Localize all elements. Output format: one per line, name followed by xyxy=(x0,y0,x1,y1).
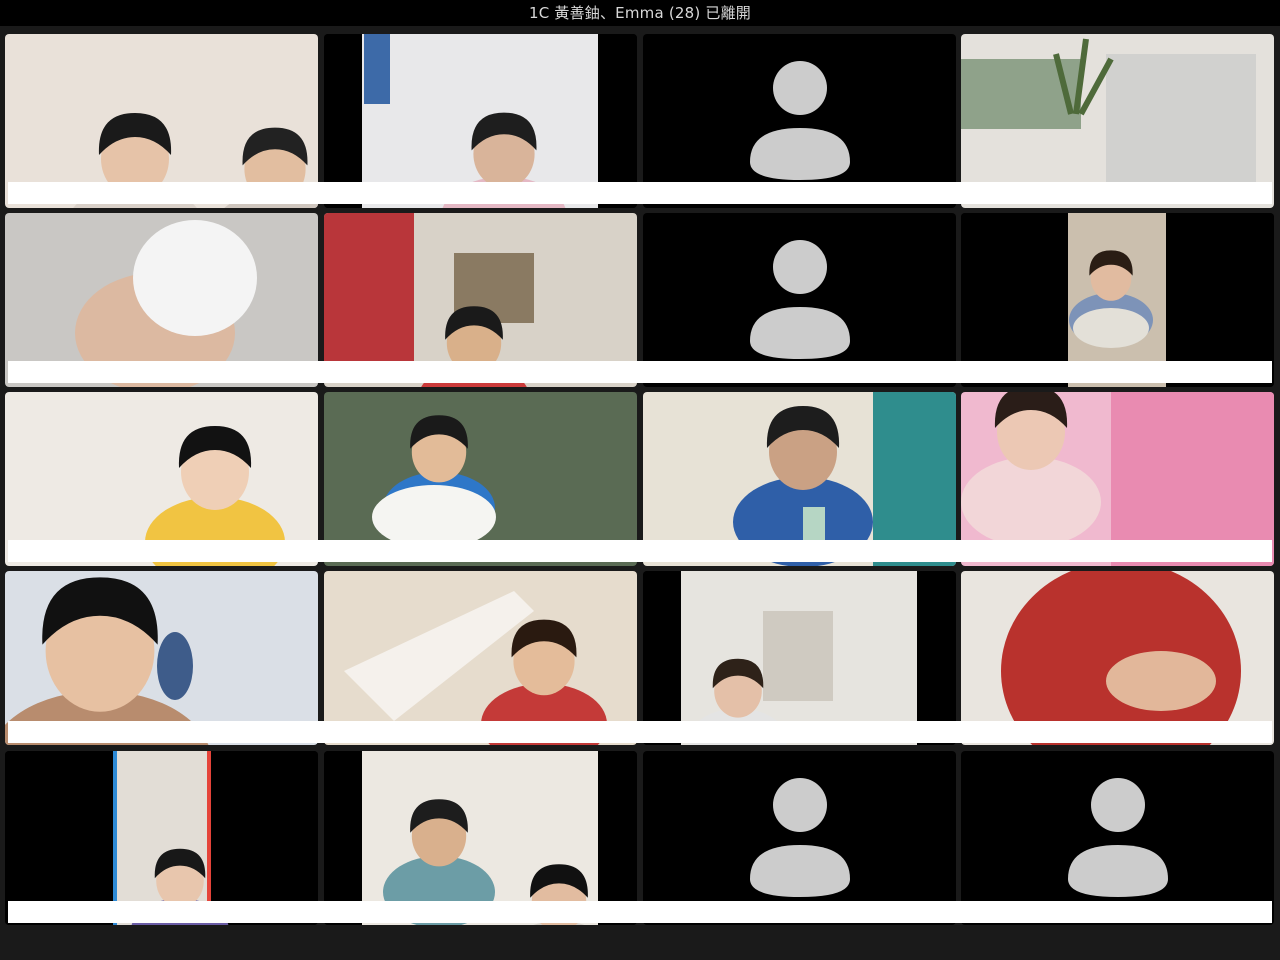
participant-video-feed xyxy=(643,392,956,566)
participant-video-feed xyxy=(961,392,1274,566)
participant-video-tile[interactable] xyxy=(643,571,956,745)
participant-video-tile[interactable] xyxy=(5,751,318,925)
participant-video-tile[interactable] xyxy=(643,392,956,566)
participant-video-tile[interactable] xyxy=(643,751,956,925)
participant-video-feed xyxy=(5,571,318,745)
participant-video-tile[interactable] xyxy=(961,213,1274,387)
participant-video-feed xyxy=(643,571,956,745)
participant-video-tile[interactable] xyxy=(5,392,318,566)
person-silhouette-icon xyxy=(1068,778,1168,897)
participant-video-feed xyxy=(961,571,1274,745)
participant-video-feed xyxy=(5,392,318,566)
participant-video-tile[interactable] xyxy=(324,751,637,925)
participant-video-tile[interactable] xyxy=(643,34,956,208)
participant-video-tile[interactable] xyxy=(961,34,1274,208)
participant-video-feed xyxy=(324,213,637,387)
participant-video-feed xyxy=(5,213,318,387)
participant-video-tile[interactable] xyxy=(961,751,1274,925)
participant-video-tile[interactable] xyxy=(324,213,637,387)
participant-video-tile[interactable] xyxy=(5,213,318,387)
participant-video-feed xyxy=(961,213,1274,387)
person-silhouette-icon xyxy=(750,778,850,897)
participant-video-feed xyxy=(324,392,637,566)
participant-video-tile[interactable] xyxy=(324,392,637,566)
participant-video-tile[interactable] xyxy=(961,571,1274,745)
participant-video-tile[interactable] xyxy=(324,34,637,208)
person-silhouette-icon xyxy=(750,61,850,180)
participant-video-feed xyxy=(5,34,318,208)
participant-video-feed xyxy=(324,751,637,925)
participant-video-tile[interactable] xyxy=(643,213,956,387)
participant-video-feed xyxy=(961,34,1274,208)
participant-video-feed xyxy=(5,751,318,925)
participant-video-tile[interactable] xyxy=(5,34,318,208)
participant-video-feed xyxy=(324,34,637,208)
video-gallery xyxy=(0,0,1280,960)
participant-video-feed xyxy=(324,571,637,745)
participant-video-tile[interactable] xyxy=(5,571,318,745)
participant-video-tile[interactable] xyxy=(324,571,637,745)
person-silhouette-icon xyxy=(750,240,850,359)
participant-video-tile[interactable] xyxy=(961,392,1274,566)
